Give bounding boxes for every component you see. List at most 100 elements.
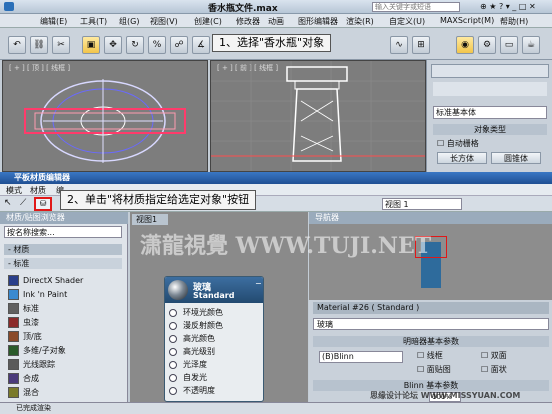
material-editor-icon[interactable]: ◉ [456, 36, 474, 54]
view-tab[interactable]: 视图1 [132, 214, 168, 225]
front-view-wireframe [211, 61, 425, 171]
list-item-raytrace[interactable]: 光线跟踪 [8, 358, 120, 371]
material-node[interactable]: 玻璃 Standard − 环境光颜色 漫反射颜色 高光颜色 高光级别 光泽度 … [164, 276, 264, 402]
standard-group[interactable]: - 标准 [4, 258, 122, 269]
menu-views[interactable]: 视图(V) [150, 16, 178, 27]
material-editor-title: 平板材质编辑器 [0, 172, 552, 184]
window-controls[interactable]: ⊕ ★ ? ▾ _ □ ✕ [480, 2, 536, 11]
assign-material-button[interactable]: ⛁ [34, 197, 52, 211]
top-viewport[interactable]: [ + ] [ 顶 ] [ 线框 ] [2, 60, 208, 172]
app-logo-icon[interactable] [4, 2, 14, 11]
cone-button[interactable]: 圆锥体 [491, 152, 541, 164]
list-item-label: 混合 [23, 388, 39, 397]
list-item-label: 光线跟踪 [23, 360, 55, 369]
slot-diffuse[interactable]: 漫反射颜色 [165, 320, 263, 332]
slot-specular[interactable]: 高光颜色 [165, 333, 263, 345]
slot-socket-icon[interactable] [169, 322, 177, 330]
menu-create[interactable]: 创建(C) [194, 16, 222, 27]
me-menu-modes[interactable]: 模式 [6, 185, 22, 196]
material-swatch-icon [8, 289, 19, 300]
list-item-shellac[interactable]: 虫漆 [8, 316, 120, 329]
material-sphere-icon [168, 280, 188, 300]
search-input[interactable]: 输入关键字或短语 [372, 2, 460, 12]
autogrid-checkbox[interactable]: ☐ 自动栅格 [437, 138, 479, 149]
slot-socket-icon[interactable] [169, 348, 177, 356]
panel-tabs[interactable] [431, 64, 549, 78]
browser-search-input[interactable]: 按名称搜索... [4, 226, 122, 238]
select-rotate-icon[interactable]: ↻ [126, 36, 144, 54]
node-collapse-icon[interactable]: − [255, 279, 262, 288]
rendered-frame-icon[interactable]: ▭ [500, 36, 518, 54]
view-select-dropdown[interactable]: 视图 1 [382, 198, 462, 210]
wire-checkbox[interactable]: ☐ 线框 [417, 350, 443, 361]
select-object-icon[interactable]: ▣ [82, 36, 100, 54]
menu-group[interactable]: 组(G) [119, 16, 139, 27]
eyedropper-icon[interactable]: ⟋ [20, 198, 32, 210]
slot-socket-icon[interactable] [169, 387, 177, 395]
slot-socket-icon[interactable] [169, 361, 177, 369]
materials-group[interactable]: - 材质 [4, 244, 122, 255]
unlink-icon[interactable]: ✂ [52, 36, 70, 54]
list-item-top-bottom[interactable]: 顶/底 [8, 330, 120, 343]
command-panel: 标准基本体 对象类型 ☐ 自动栅格 长方体 圆锥体 [426, 60, 552, 172]
slot-label: 高光级别 [183, 347, 215, 356]
shader-rollout[interactable]: 明暗器基本参数 [313, 336, 549, 347]
list-item-standard[interactable]: 标准 [8, 302, 120, 315]
list-item-multi-sub[interactable]: 多维/子对象 [8, 344, 120, 357]
menu-animation[interactable]: 动画 [268, 16, 284, 27]
menu-rendering[interactable]: 渲染(R) [346, 16, 374, 27]
curve-editor-icon[interactable]: ∿ [390, 36, 408, 54]
slot-socket-icon[interactable] [169, 309, 177, 317]
face-map-checkbox[interactable]: ☐ 面贴图 [417, 364, 451, 375]
slot-label: 自发光 [183, 373, 207, 382]
menu-maxscript[interactable]: MAXScript(M) [440, 16, 494, 25]
menu-modifiers[interactable]: 修改器 [236, 16, 260, 27]
menu-tools[interactable]: 工具(T) [80, 16, 107, 27]
list-item-ink-n-paint[interactable]: Ink 'n Paint [8, 288, 120, 301]
box-button[interactable]: 长方体 [437, 152, 487, 164]
panel-icons[interactable] [433, 82, 547, 96]
wire-label: 线框 [426, 351, 443, 360]
list-item-composite[interactable]: 合成 [8, 372, 120, 385]
select-scale-icon[interactable]: % [148, 36, 166, 54]
schematic-view-icon[interactable]: ⊞ [412, 36, 430, 54]
menu-customize[interactable]: 自定义(U) [389, 16, 425, 27]
material-swatch-icon [8, 303, 19, 314]
browser-title: 材质/贴图浏览器 [0, 212, 128, 224]
slot-opacity[interactable]: 不透明度 [165, 385, 263, 397]
menu-edit[interactable]: 编辑(E) [40, 16, 67, 27]
front-viewport[interactable]: [ + ] [ 前 ] [ 线框 ] [210, 60, 426, 172]
primitive-type-dropdown[interactable]: 标准基本体 [433, 106, 547, 119]
faceted-checkbox[interactable]: ☐ 面状 [481, 364, 507, 375]
list-item-label: DirectX Shader [23, 276, 84, 285]
main-menu-bar: 编辑(E) 工具(T) 组(G) 视图(V) 创建(C) 修改器 动画 图形编辑… [0, 14, 552, 28]
link-icon[interactable]: ⛓ [30, 36, 48, 54]
object-type-rollout[interactable]: 对象类型 [433, 124, 547, 135]
node-material-type: Standard [193, 291, 235, 300]
material-name-input[interactable]: 玻璃 [313, 318, 549, 330]
material-browser: 材质/贴图浏览器 按名称搜索... - 材质 - 标准 DirectX Shad… [0, 212, 128, 402]
slot-glossiness[interactable]: 光泽度 [165, 359, 263, 371]
list-item-directx-shader[interactable]: DirectX Shader [8, 274, 120, 287]
render-setup-icon[interactable]: ⚙ [478, 36, 496, 54]
list-item-blend[interactable]: 混合 [8, 386, 120, 399]
slot-specular-level[interactable]: 高光级别 [165, 346, 263, 358]
undo-icon[interactable]: ↶ [8, 36, 26, 54]
angle-snap-icon[interactable]: ∡ [192, 36, 210, 54]
slot-self-illumination[interactable]: 自发光 [165, 372, 263, 384]
pick-material-icon[interactable]: ↖ [4, 198, 16, 210]
window-title: 香水瓶文件.max [208, 4, 278, 14]
render-icon[interactable]: ☕ [522, 36, 540, 54]
snap-icon[interactable]: ☍ [170, 36, 188, 54]
select-move-icon[interactable]: ✥ [104, 36, 122, 54]
me-menu-material[interactable]: 材质 [30, 185, 46, 196]
faceted-label: 面状 [490, 365, 507, 374]
slot-socket-icon[interactable] [169, 374, 177, 382]
slot-socket-icon[interactable] [169, 335, 177, 343]
menu-graph-editors[interactable]: 图形编辑器 [298, 16, 338, 27]
menu-help[interactable]: 帮助(H) [500, 16, 528, 27]
slot-ambient[interactable]: 环境光颜色 [165, 307, 263, 319]
shader-dropdown[interactable]: (B)Blinn [319, 351, 403, 363]
two-sided-checkbox[interactable]: ☐ 双面 [481, 350, 507, 361]
watermark-text1: 潇龍視覺 WWW.TUJI.NET [140, 233, 432, 259]
